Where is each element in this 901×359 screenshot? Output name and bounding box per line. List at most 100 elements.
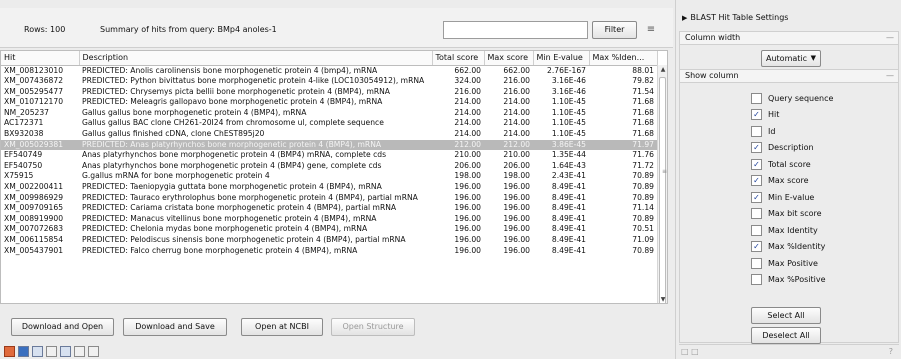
scroll-down-arrow-icon[interactable]: ▼	[658, 295, 667, 303]
cell-hit: XM_007436872	[4, 76, 64, 86]
graphical-view-icon[interactable]	[4, 346, 15, 357]
download-and-save-button[interactable]: Download and Save	[123, 318, 227, 336]
show-column-option[interactable]: ✓ Max %Identity	[751, 241, 825, 253]
checkbox-checked-icon[interactable]: ✓	[751, 175, 762, 186]
show-column-option[interactable]: Max bit score	[751, 208, 822, 220]
download-and-open-button[interactable]: Download and Open	[11, 318, 114, 336]
table-vertical-scrollbar[interactable]: ▲ ≡ ▼	[657, 65, 667, 303]
table-row[interactable]: XM_010712170 PREDICTED: Meleagris gallopa…	[1, 97, 657, 108]
table-row[interactable]: AC172371 Gallus gallus BAC clone CH261-20…	[1, 118, 657, 129]
column-header-description[interactable]: Description	[79, 51, 433, 66]
cell-total-score: 196.00	[454, 245, 481, 255]
cell-max-identity: 71.97	[589, 139, 657, 151]
show-column-label: Min E-value	[768, 192, 815, 202]
checkbox-unchecked-icon[interactable]	[751, 125, 762, 137]
show-column-option[interactable]: Max %Positive	[751, 274, 826, 286]
table-row[interactable]: EF540750 Anas platyrhynchos bone morphoge…	[1, 161, 657, 172]
show-column-option[interactable]: Id	[751, 125, 775, 137]
table-row[interactable]: XM_005295477 PREDICTED: Chrysemys picta b…	[1, 87, 657, 98]
cell-total-score: 196.00	[454, 235, 481, 244]
filter-options-icon[interactable]: ≡	[644, 21, 658, 39]
show-column-option[interactable]: ✓ Total score	[751, 158, 811, 170]
table-row[interactable]: XM_006115854 PREDICTED: Pelodiscus sinens…	[1, 235, 657, 246]
info-icon[interactable]	[74, 346, 85, 357]
checkbox-checked-icon[interactable]: ✓	[751, 158, 762, 170]
scrollbar-thumb[interactable]: ≡	[659, 77, 667, 303]
column-header-min-evalue[interactable]: Min E-value	[533, 51, 590, 66]
grid-view-icon[interactable]	[32, 346, 43, 357]
checkbox-unchecked-icon[interactable]	[751, 208, 762, 219]
show-column-option[interactable]: Query sequence	[751, 92, 833, 104]
table-row[interactable]: XM_009709165 PREDICTED: Cariama cristata …	[1, 203, 657, 214]
table-row[interactable]: XM_007436872 PREDICTED: Python bivittatus…	[1, 76, 657, 87]
show-column-option[interactable]: Max Positive	[751, 257, 818, 269]
collapse-icon[interactable]: —	[886, 70, 894, 82]
table-row[interactable]: XM_007072683 PREDICTED: Chelonia mydas bo…	[1, 224, 657, 235]
checkbox-unchecked-icon[interactable]	[751, 257, 762, 269]
checkbox-checked-icon[interactable]: ✓	[751, 109, 762, 120]
filter-button[interactable]: Filter	[592, 21, 637, 39]
cell-total-score: 214.00	[454, 107, 481, 117]
table-row[interactable]: XM_008123010 PREDICTED: Anolis carolinens…	[1, 65, 657, 76]
annotation-icon[interactable]	[88, 346, 99, 357]
table-row[interactable]: XM_002200411 PREDICTED: Taeniopygia gutta…	[1, 182, 657, 193]
collapse-arrow-icon: ▶	[682, 14, 688, 22]
show-column-section-header[interactable]: Show column —	[679, 69, 899, 83]
show-column-option[interactable]: Max Identity	[751, 224, 818, 236]
checkbox-checked-icon[interactable]: ✓	[751, 191, 762, 203]
table-row[interactable]: BX932038 Gallus gallus finished cDNA, clo…	[1, 129, 657, 140]
cell-total-score: 206.00	[454, 160, 481, 170]
table-row[interactable]: NM_205237 Gallus gallus bone morphogeneti…	[1, 108, 657, 119]
column-width-section-header[interactable]: Column width —	[679, 31, 899, 45]
table-view-icon[interactable]	[18, 346, 29, 357]
table-row[interactable]: XM_005437901 PREDICTED: Falco cherrug bon…	[1, 246, 657, 257]
cell-description: PREDICTED: Anolis carolinensis bone morp…	[82, 65, 378, 75]
column-header-hit[interactable]: Hit	[1, 51, 80, 66]
cell-hit: XM_008123010	[4, 65, 64, 75]
cell-hit: EF540749	[4, 150, 43, 160]
cell-total-score: 196.00	[454, 224, 481, 234]
show-column-option[interactable]: ✓ Description	[751, 142, 814, 154]
scroll-up-arrow-icon[interactable]: ▲	[658, 65, 667, 75]
collapse-icon[interactable]: —	[886, 32, 894, 44]
settings-title[interactable]: ▶ BLAST Hit Table Settings	[682, 13, 788, 22]
settings-menu-icon[interactable]: □ □	[681, 347, 699, 356]
show-column-label: Id	[768, 126, 776, 136]
history-icon[interactable]	[60, 346, 71, 357]
show-column-option[interactable]: ✓ Hit	[751, 109, 779, 121]
text-view-icon[interactable]	[46, 346, 57, 357]
show-column-option[interactable]: ✓ Max score	[751, 175, 809, 187]
table-row[interactable]: XM_008919900 PREDICTED: Manacus vitellinu…	[1, 214, 657, 225]
cell-min-evalue: 1.10E-45	[551, 129, 586, 139]
column-header-max-score[interactable]: Max score	[484, 51, 534, 66]
cell-max-score: 212.00	[484, 139, 533, 151]
column-header-max-identity[interactable]: Max %Iden...	[589, 51, 658, 66]
cell-max-score: 216.00	[503, 76, 530, 86]
cell-hit: EF540750	[4, 160, 43, 170]
table-row[interactable]: XM_009986929 PREDICTED: Tauraco erythrolo…	[1, 193, 657, 204]
show-column-label: Max Positive	[768, 258, 818, 268]
help-icon[interactable]: ?	[889, 347, 893, 356]
checkbox-unchecked-icon[interactable]	[751, 92, 762, 104]
select-all-button[interactable]: Select All	[751, 307, 821, 324]
deselect-all-button[interactable]: Deselect All	[751, 327, 821, 344]
table-row[interactable]: XM_005029381 PREDICTED: Anas platyrhyncho…	[1, 139, 657, 151]
table-row[interactable]: EF540749 Anas platyrhynchos bone morphoge…	[1, 150, 657, 161]
cell-max-score: 210.00	[503, 150, 530, 160]
cell-total-score: 216.00	[454, 86, 481, 96]
checkbox-checked-icon[interactable]: ✓	[751, 142, 762, 153]
checkbox-checked-icon[interactable]: ✓	[751, 241, 762, 252]
cell-max-score: 214.00	[503, 107, 530, 117]
cell-max-identity: 71.68	[632, 129, 654, 139]
table-row[interactable]: X75915 G.gallus mRNA for bone morphogenet…	[1, 171, 657, 182]
checkbox-unchecked-icon[interactable]	[751, 274, 762, 285]
cell-max-score: 206.00	[503, 160, 530, 170]
open-at-ncbi-button[interactable]: Open at NCBI	[241, 318, 323, 336]
checkbox-unchecked-icon[interactable]	[751, 224, 762, 236]
show-column-option[interactable]: ✓ Min E-value	[751, 191, 814, 203]
column-width-select[interactable]: Automatic ▼	[761, 50, 821, 67]
column-header-total-score[interactable]: Total score	[432, 51, 485, 66]
filter-input[interactable]	[443, 21, 588, 39]
table-header-row: Hit Description Total score Max score Mi…	[1, 51, 658, 66]
cell-max-identity: 70.89	[632, 192, 654, 202]
